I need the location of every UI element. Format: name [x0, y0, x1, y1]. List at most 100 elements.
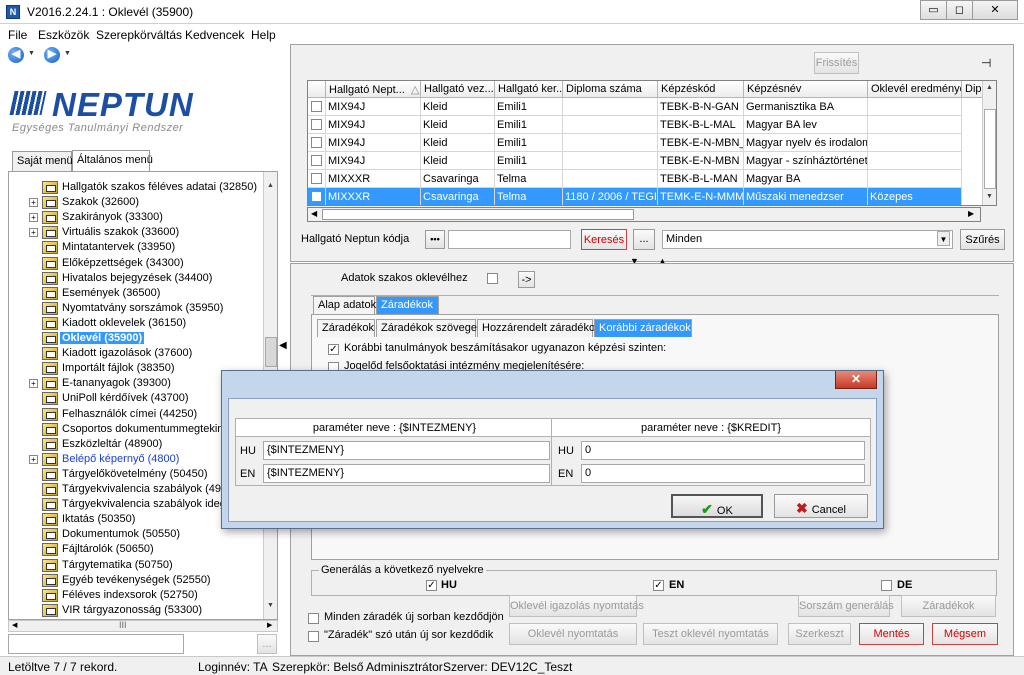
chevron-down-icon[interactable]: ▼: [937, 231, 950, 246]
menu-file[interactable]: File: [8, 28, 27, 42]
clauses-button[interactable]: Záradékok: [901, 595, 996, 617]
grid-hscrollbar[interactable]: ◀ ▶: [307, 207, 981, 222]
scroll-down-icon[interactable]: ▼: [267, 602, 274, 609]
filter-button[interactable]: Szűrés: [960, 229, 1005, 250]
row-checkbox[interactable]: [311, 191, 322, 202]
neptun-code-input[interactable]: [448, 230, 571, 249]
col-header[interactable]: Hallgató ker...: [495, 81, 563, 98]
print-diploma-button[interactable]: Oklevél nyomtatás: [509, 623, 637, 645]
forward-dropdown-icon[interactable]: ▼: [64, 50, 71, 57]
scroll-right-icon[interactable]: ▶: [267, 621, 272, 629]
back-icon[interactable]: ◀: [8, 47, 24, 63]
expand-icon[interactable]: +: [29, 198, 38, 208]
scroll-up-icon[interactable]: ▲: [267, 182, 274, 189]
search-button[interactable]: Keresés: [581, 229, 627, 250]
row-checkbox[interactable]: [311, 173, 322, 184]
tree-scroll-thumb[interactable]: [265, 337, 277, 367]
menu-help[interactable]: Help: [251, 28, 276, 42]
tree-item[interactable]: Kiadott oklevelek (36150): [9, 316, 269, 331]
menu-szerepkorvaltas[interactable]: Szerepkörváltás: [96, 28, 182, 42]
filter-select[interactable]: Minden ▼: [662, 230, 953, 249]
close-button[interactable]: ✕: [972, 0, 1018, 20]
tree-item[interactable]: Egyéb tevékenységek (52550): [9, 573, 269, 588]
lang-en-checkbox[interactable]: ✓: [653, 580, 664, 591]
print-certificate-button[interactable]: Oklevél igazolás nyomtatás: [509, 595, 644, 617]
lang-hu-checkbox[interactable]: ✓: [426, 580, 437, 591]
col-header[interactable]: Diploma száma: [563, 81, 658, 98]
expand-icon[interactable]: +: [29, 379, 38, 389]
param1-hu-input[interactable]: {$INTEZMENY}: [263, 441, 550, 460]
col-header[interactable]: Oklevél eredménye: [868, 81, 962, 98]
row-checkbox[interactable]: [311, 155, 322, 166]
scroll-up-icon[interactable]: ▲: [986, 84, 993, 91]
tree-item[interactable]: + Szakok (32600): [9, 195, 269, 210]
col-header[interactable]: Képzésnév: [744, 81, 868, 98]
grid-vscrollbar[interactable]: ▲ ▼: [982, 81, 996, 205]
row-checkbox-cell[interactable]: [308, 152, 326, 170]
scroll-left-icon[interactable]: ◀: [311, 209, 317, 218]
opt-new-line-checkbox[interactable]: [308, 613, 319, 624]
grid-hscroll-thumb[interactable]: [322, 209, 634, 220]
serial-generate-button[interactable]: Sorszám generálás: [798, 595, 894, 617]
scroll-right-icon[interactable]: ▶: [968, 209, 974, 218]
opt-word-newline-checkbox[interactable]: [308, 631, 319, 642]
tree-search-button[interactable]: ...: [257, 634, 277, 654]
save-button[interactable]: Mentés: [859, 623, 924, 645]
tree-item[interactable]: Előképzettségek (34300): [9, 256, 269, 271]
dialog-close-button[interactable]: ✕: [835, 371, 877, 389]
tree-item[interactable]: Mintatantervek (33950): [9, 240, 269, 255]
dialog-cancel-button[interactable]: ✖ Cancel: [774, 494, 868, 518]
tree-item[interactable]: Hallgatók szakos féléves adatai (32850): [9, 180, 269, 195]
back-dropdown-icon[interactable]: ▼: [28, 50, 35, 57]
expand-icon[interactable]: +: [29, 454, 38, 464]
param2-en-input[interactable]: 0: [581, 464, 865, 483]
expand-icon[interactable]: +: [29, 228, 38, 238]
forward-icon[interactable]: ▶: [44, 47, 60, 63]
subtab-zaradekok-szovege[interactable]: Záradékok szövege: [376, 319, 477, 337]
arrow-button[interactable]: ->: [518, 271, 535, 288]
tree-hscrollbar[interactable]: ◀ III ▶: [8, 620, 278, 632]
adatok-checkbox[interactable]: [487, 273, 498, 284]
cancel-button[interactable]: Mégsem: [932, 623, 998, 645]
edit-button[interactable]: Szerkeszt: [788, 623, 851, 645]
col-header[interactable]: Hallgató vez...: [421, 81, 495, 98]
check-korabbi[interactable]: ✓: [328, 344, 339, 355]
subtab-korabbi[interactable]: Korábbi záradékok: [594, 319, 692, 337]
row-checkbox-cell[interactable]: [308, 116, 326, 134]
tree-item[interactable]: Események (36500): [9, 286, 269, 301]
tree-item[interactable]: + Szakirányok (33300): [9, 210, 269, 225]
row-checkbox-cell[interactable]: [308, 170, 326, 188]
collapse-left-icon[interactable]: ◀: [279, 340, 287, 351]
param2-hu-input[interactable]: 0: [581, 441, 865, 460]
col-header[interactable]: Képzéskód: [658, 81, 744, 98]
row-checkbox-cell[interactable]: [308, 188, 326, 205]
tree-item[interactable]: Fájltárolók (50650): [9, 542, 269, 557]
subtab-zaradekok[interactable]: Záradékok: [317, 319, 375, 337]
tree-item[interactable]: Oklevél (35900): [9, 331, 269, 346]
col-header[interactable]: Hallgató Nept... △: [326, 81, 421, 98]
minimize-button[interactable]: ▭: [920, 0, 947, 20]
ellipsis-button[interactable]: ...: [633, 229, 655, 250]
subtab-hozzarendelt[interactable]: Hozzárendelt záradékok: [477, 319, 601, 337]
scroll-down-icon[interactable]: ▼: [986, 193, 993, 200]
tree-item[interactable]: Hivatalos bejegyzések (34400): [9, 271, 269, 286]
tree-item[interactable]: Tárgytematika (50750): [9, 558, 269, 573]
menu-kedvencek[interactable]: Kedvencek: [185, 28, 244, 42]
param1-en-input[interactable]: {$INTEZMENY}: [263, 464, 550, 483]
row-checkbox[interactable]: [311, 137, 322, 148]
expand-icon[interactable]: +: [29, 213, 38, 223]
tree-item[interactable]: Féléves indexsorok (52750): [9, 588, 269, 603]
tree-item[interactable]: VIR tárgyazonosság (53300): [9, 603, 269, 618]
tab-alap-adatok[interactable]: Alap adatok: [313, 296, 376, 314]
menu-eszkozok[interactable]: Eszközök: [38, 28, 89, 42]
dots-button[interactable]: •••: [425, 230, 445, 249]
row-checkbox[interactable]: [311, 119, 322, 130]
tab-zaradekok[interactable]: Záradékok: [376, 296, 439, 314]
col-header[interactable]: Dipl: [962, 81, 984, 98]
tab-general-menu[interactable]: Általános menü: [72, 150, 153, 171]
tab-own-menu[interactable]: Saját menü: [12, 151, 73, 171]
row-checkbox-cell[interactable]: [308, 98, 326, 116]
tree-item[interactable]: Dokumentumok (50550): [9, 527, 269, 542]
maximize-button[interactable]: ◻: [946, 0, 973, 20]
tree-item[interactable]: + Virtuális szakok (33600): [9, 225, 269, 240]
